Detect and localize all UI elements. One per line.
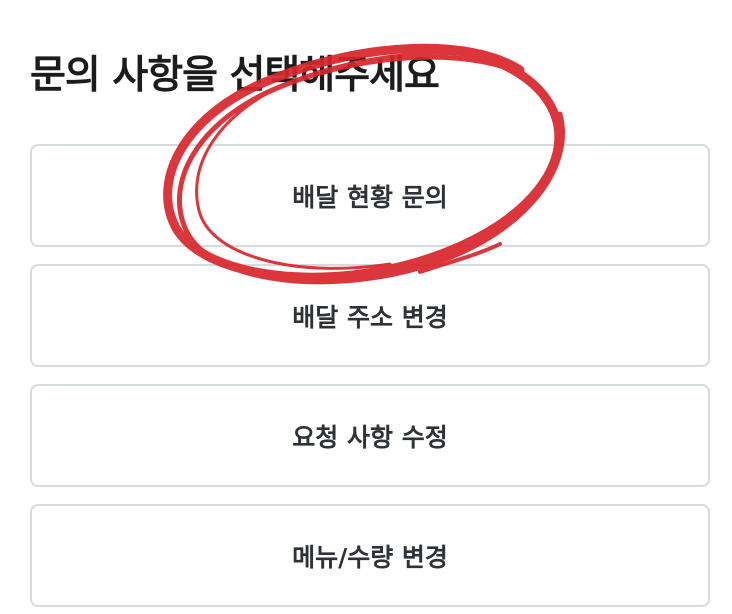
delivery-status-inquiry-button[interactable]: 배달 현황 문의 <box>30 144 710 247</box>
inquiry-screen: 문의 사항을 선택해주세요 배달 현황 문의 배달 주소 변경 요청 사항 수정… <box>0 0 732 614</box>
change-delivery-address-button[interactable]: 배달 주소 변경 <box>30 264 710 367</box>
page-title: 문의 사항을 선택해주세요 <box>30 53 440 98</box>
inquiry-options-list: 배달 현황 문의 배달 주소 변경 요청 사항 수정 메뉴/수량 변경 <box>30 144 710 607</box>
edit-request-button[interactable]: 요청 사항 수정 <box>30 384 710 487</box>
change-menu-quantity-button[interactable]: 메뉴/수량 변경 <box>30 504 710 607</box>
